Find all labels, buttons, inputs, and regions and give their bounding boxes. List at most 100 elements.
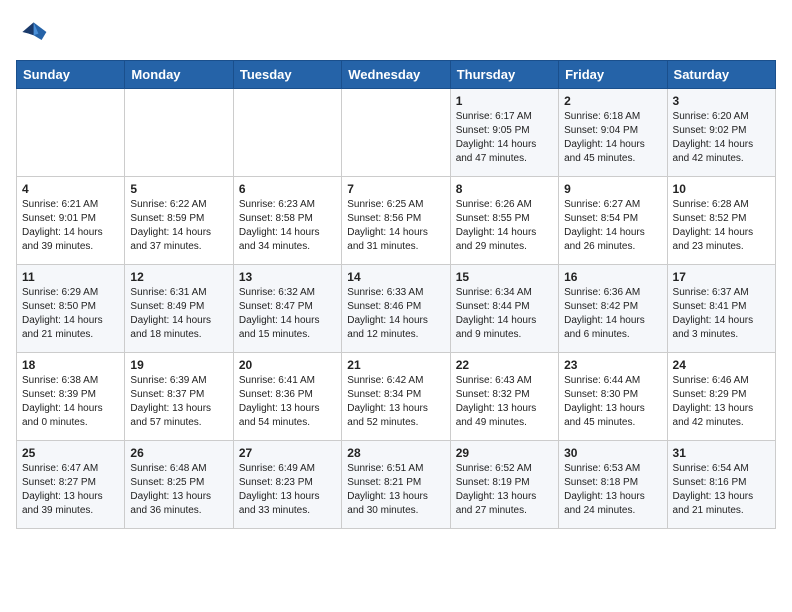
calendar-cell: 27 Sunrise: 6:49 AM Sunset: 8:23 PM Dayli…: [233, 441, 341, 529]
calendar-week-row: 11 Sunrise: 6:29 AM Sunset: 8:50 PM Dayli…: [17, 265, 776, 353]
day-info: Sunrise: 6:25 AM Sunset: 8:56 PM Dayligh…: [347, 198, 444, 254]
calendar-cell: 2 Sunrise: 6:18 AM Sunset: 9:04 PM Daylig…: [559, 89, 667, 177]
calendar-body: 1 Sunrise: 6:17 AM Sunset: 9:05 PM Daylig…: [17, 89, 776, 529]
day-info: Sunrise: 6:47 AM Sunset: 8:27 PM Dayligh…: [22, 462, 119, 518]
logo-icon: [16, 16, 48, 48]
day-number: 26: [130, 446, 227, 460]
day-info: Sunrise: 6:48 AM Sunset: 8:25 PM Dayligh…: [130, 462, 227, 518]
calendar-cell: 22 Sunrise: 6:43 AM Sunset: 8:32 PM Dayli…: [450, 353, 558, 441]
calendar-cell: 7 Sunrise: 6:25 AM Sunset: 8:56 PM Daylig…: [342, 177, 450, 265]
calendar-cell: 1 Sunrise: 6:17 AM Sunset: 9:05 PM Daylig…: [450, 89, 558, 177]
day-info: Sunrise: 6:53 AM Sunset: 8:18 PM Dayligh…: [564, 462, 661, 518]
day-number: 22: [456, 358, 553, 372]
day-number: 13: [239, 270, 336, 284]
day-number: 28: [347, 446, 444, 460]
day-number: 7: [347, 182, 444, 196]
calendar-cell: 30Sunrise: 6:53 AM Sunset: 8:18 PM Dayli…: [559, 441, 667, 529]
day-number: 15: [456, 270, 553, 284]
calendar-week-row: 18 Sunrise: 6:38 AM Sunset: 8:39 PM Dayli…: [17, 353, 776, 441]
day-info: Sunrise: 6:38 AM Sunset: 8:39 PM Dayligh…: [22, 374, 119, 430]
calendar-cell: 11 Sunrise: 6:29 AM Sunset: 8:50 PM Dayli…: [17, 265, 125, 353]
calendar-cell: 5 Sunrise: 6:22 AM Sunset: 8:59 PM Daylig…: [125, 177, 233, 265]
calendar-cell: 31 Sunrise: 6:54 AM Sunset: 8:16 PM Dayli…: [667, 441, 775, 529]
weekday-header: Thursday: [450, 61, 558, 89]
weekday-header: Tuesday: [233, 61, 341, 89]
weekday-header: Wednesday: [342, 61, 450, 89]
calendar-cell: 13 Sunrise: 6:32 AM Sunset: 8:47 PM Dayli…: [233, 265, 341, 353]
calendar-cell: 12 Sunrise: 6:31 AM Sunset: 8:49 PM Dayli…: [125, 265, 233, 353]
weekday-header: Friday: [559, 61, 667, 89]
calendar-cell: 28 Sunrise: 6:51 AM Sunset: 8:21 PM Dayli…: [342, 441, 450, 529]
day-info: Sunrise: 6:51 AM Sunset: 8:21 PM Dayligh…: [347, 462, 444, 518]
day-number: 29: [456, 446, 553, 460]
day-info: Sunrise: 6:33 AM Sunset: 8:46 PM Dayligh…: [347, 286, 444, 342]
day-number: 12: [130, 270, 227, 284]
calendar-cell: 4 Sunrise: 6:21 AM Sunset: 9:01 PM Daylig…: [17, 177, 125, 265]
calendar-cell: 17 Sunrise: 6:37 AM Sunset: 8:41 PM Dayli…: [667, 265, 775, 353]
weekday-header: Monday: [125, 61, 233, 89]
calendar-table: SundayMondayTuesdayWednesdayThursdayFrid…: [16, 60, 776, 529]
calendar-cell: 21Sunrise: 6:42 AM Sunset: 8:34 PM Dayli…: [342, 353, 450, 441]
calendar-cell: [233, 89, 341, 177]
page-header: [16, 16, 776, 48]
day-info: Sunrise: 6:36 AM Sunset: 8:42 PM Dayligh…: [564, 286, 661, 342]
day-number: 2: [564, 94, 661, 108]
day-info: Sunrise: 6:22 AM Sunset: 8:59 PM Dayligh…: [130, 198, 227, 254]
day-info: Sunrise: 6:39 AM Sunset: 8:37 PM Dayligh…: [130, 374, 227, 430]
day-number: 1: [456, 94, 553, 108]
day-info: Sunrise: 6:46 AM Sunset: 8:29 PM Dayligh…: [673, 374, 770, 430]
day-number: 11: [22, 270, 119, 284]
day-number: 14: [347, 270, 444, 284]
calendar-cell: 23 Sunrise: 6:44 AM Sunset: 8:30 PM Dayli…: [559, 353, 667, 441]
day-number: 31: [673, 446, 770, 460]
day-info: Sunrise: 6:23 AM Sunset: 8:58 PM Dayligh…: [239, 198, 336, 254]
day-number: 27: [239, 446, 336, 460]
day-info: Sunrise: 6:29 AM Sunset: 8:50 PM Dayligh…: [22, 286, 119, 342]
day-number: 24: [673, 358, 770, 372]
day-info: Sunrise: 6:18 AM Sunset: 9:04 PM Dayligh…: [564, 110, 661, 166]
calendar-cell: 29Sunrise: 6:52 AM Sunset: 8:19 PM Dayli…: [450, 441, 558, 529]
day-number: 16: [564, 270, 661, 284]
day-info: Sunrise: 6:41 AM Sunset: 8:36 PM Dayligh…: [239, 374, 336, 430]
day-info: Sunrise: 6:21 AM Sunset: 9:01 PM Dayligh…: [22, 198, 119, 254]
calendar-week-row: 25Sunrise: 6:47 AM Sunset: 8:27 PM Dayli…: [17, 441, 776, 529]
day-info: Sunrise: 6:17 AM Sunset: 9:05 PM Dayligh…: [456, 110, 553, 166]
day-number: 3: [673, 94, 770, 108]
day-number: 19: [130, 358, 227, 372]
day-number: 17: [673, 270, 770, 284]
calendar-cell: [17, 89, 125, 177]
day-info: Sunrise: 6:37 AM Sunset: 8:41 PM Dayligh…: [673, 286, 770, 342]
day-number: 5: [130, 182, 227, 196]
calendar-cell: 3 Sunrise: 6:20 AM Sunset: 9:02 PM Daylig…: [667, 89, 775, 177]
day-info: Sunrise: 6:26 AM Sunset: 8:55 PM Dayligh…: [456, 198, 553, 254]
day-info: Sunrise: 6:20 AM Sunset: 9:02 PM Dayligh…: [673, 110, 770, 166]
day-info: Sunrise: 6:43 AM Sunset: 8:32 PM Dayligh…: [456, 374, 553, 430]
day-number: 18: [22, 358, 119, 372]
day-number: 6: [239, 182, 336, 196]
day-number: 4: [22, 182, 119, 196]
calendar-cell: 8 Sunrise: 6:26 AM Sunset: 8:55 PM Daylig…: [450, 177, 558, 265]
day-info: Sunrise: 6:32 AM Sunset: 8:47 PM Dayligh…: [239, 286, 336, 342]
day-info: Sunrise: 6:31 AM Sunset: 8:49 PM Dayligh…: [130, 286, 227, 342]
day-number: 10: [673, 182, 770, 196]
calendar-cell: 25Sunrise: 6:47 AM Sunset: 8:27 PM Dayli…: [17, 441, 125, 529]
day-info: Sunrise: 6:42 AM Sunset: 8:34 PM Dayligh…: [347, 374, 444, 430]
calendar-week-row: 1 Sunrise: 6:17 AM Sunset: 9:05 PM Daylig…: [17, 89, 776, 177]
calendar-cell: 10 Sunrise: 6:28 AM Sunset: 8:52 PM Dayli…: [667, 177, 775, 265]
calendar-cell: 6 Sunrise: 6:23 AM Sunset: 8:58 PM Daylig…: [233, 177, 341, 265]
day-info: Sunrise: 6:28 AM Sunset: 8:52 PM Dayligh…: [673, 198, 770, 254]
day-info: Sunrise: 6:27 AM Sunset: 8:54 PM Dayligh…: [564, 198, 661, 254]
day-info: Sunrise: 6:44 AM Sunset: 8:30 PM Dayligh…: [564, 374, 661, 430]
calendar-week-row: 4 Sunrise: 6:21 AM Sunset: 9:01 PM Daylig…: [17, 177, 776, 265]
weekday-header: Sunday: [17, 61, 125, 89]
day-number: 20: [239, 358, 336, 372]
calendar-cell: 24 Sunrise: 6:46 AM Sunset: 8:29 PM Dayli…: [667, 353, 775, 441]
day-info: Sunrise: 6:49 AM Sunset: 8:23 PM Dayligh…: [239, 462, 336, 518]
header-row: SundayMondayTuesdayWednesdayThursdayFrid…: [17, 61, 776, 89]
calendar-cell: 19 Sunrise: 6:39 AM Sunset: 8:37 PM Dayli…: [125, 353, 233, 441]
calendar-cell: [342, 89, 450, 177]
day-info: Sunrise: 6:34 AM Sunset: 8:44 PM Dayligh…: [456, 286, 553, 342]
day-info: Sunrise: 6:54 AM Sunset: 8:16 PM Dayligh…: [673, 462, 770, 518]
day-number: 23: [564, 358, 661, 372]
day-number: 8: [456, 182, 553, 196]
